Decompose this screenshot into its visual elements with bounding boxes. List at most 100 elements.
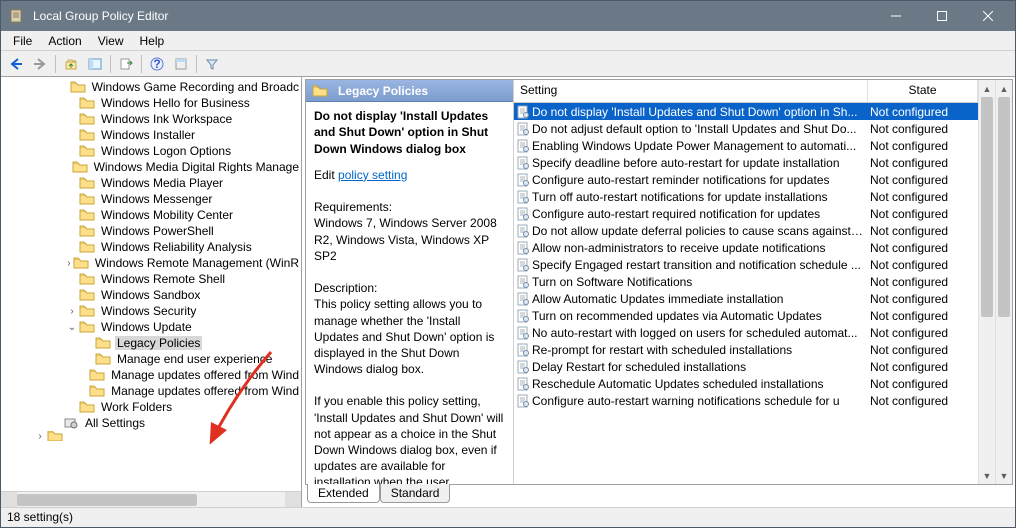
menubar: File Action View Help [1,31,1015,51]
filter-button[interactable] [201,53,223,75]
edit-policy-link[interactable]: policy setting [338,168,407,182]
export-button[interactable] [115,53,137,75]
tree-item[interactable]: Manage updates offered from Wind [1,383,301,399]
detail-vertical-scrollbar[interactable]: ▲ ▼ [978,80,995,484]
tree-item[interactable]: All Settings [1,415,301,431]
setting-state: Not configured [868,156,978,170]
tree-item[interactable]: Windows Remote Shell [1,271,301,287]
tree-item[interactable]: Windows Hello for Business [1,95,301,111]
tree-item[interactable]: Windows PowerShell [1,223,301,239]
setting-state: Not configured [868,377,978,391]
tree-item[interactable]: › [1,431,301,441]
list-row[interactable]: Turn on recommended updates via Automati… [514,307,978,324]
list-row[interactable]: Allow Automatic Updates immediate instal… [514,290,978,307]
list-row[interactable]: Turn off auto-restart notifications for … [514,188,978,205]
chevron-right-icon[interactable]: › [33,431,47,441]
tree-item[interactable]: Windows Media Player [1,175,301,191]
list-row[interactable]: No auto-restart with logged on users for… [514,324,978,341]
list-row[interactable]: Specify deadline before auto-restart for… [514,154,978,171]
help-button[interactable]: ? [146,53,168,75]
setting-name: Do not allow update deferral policies to… [532,224,868,238]
tree-item[interactable]: Windows Installer [1,127,301,143]
chevron-right-icon[interactable]: › [65,258,73,269]
scroll-down-icon[interactable]: ▼ [996,467,1012,484]
tree-item-label: All Settings [83,416,147,430]
list-row[interactable]: Configure auto-restart required notifica… [514,205,978,222]
tree-item[interactable]: Windows Messenger [1,191,301,207]
scroll-up-icon[interactable]: ▲ [979,80,995,97]
titlebar[interactable]: Local Group Policy Editor [1,1,1015,31]
column-setting[interactable]: Setting [514,80,868,102]
menu-help[interactable]: Help [132,32,173,50]
list-row[interactable]: Do not display 'Install Updates and Shut… [514,103,978,120]
up-button[interactable] [60,53,82,75]
tree-item[interactable]: Windows Game Recording and Broadc [1,79,301,95]
maximize-button[interactable] [919,1,965,31]
list-row[interactable]: Do not adjust default option to 'Install… [514,120,978,137]
folder-icon [79,320,95,334]
requirements-label: Requirements: [314,199,505,215]
list-vertical-scrollbar[interactable]: ▲ ▼ [995,80,1012,484]
folder-icon [89,368,105,382]
scroll-down-icon[interactable]: ▼ [979,467,995,484]
folder-icon [79,240,95,254]
list-row[interactable]: Delay Restart for scheduled installation… [514,358,978,375]
list-row[interactable]: Do not allow update deferral policies to… [514,222,978,239]
list-row[interactable]: Allow non-administrators to receive upda… [514,239,978,256]
list-row[interactable]: Configure auto-restart warning notificat… [514,392,978,409]
list-row[interactable]: Turn on Software NotificationsNot config… [514,273,978,290]
properties-button[interactable] [170,53,192,75]
tab-standard[interactable]: Standard [380,484,451,503]
chevron-down-icon[interactable]: ⌄ [65,322,79,333]
tree-item-label: Windows Ink Workspace [99,112,234,126]
tree-item[interactable]: ›Windows Remote Management (WinR [1,255,301,271]
tree-item[interactable]: Windows Media Digital Rights Manage [1,159,301,175]
tree-item-label: Manage updates offered from Wind [109,368,301,382]
chevron-right-icon[interactable]: › [65,306,79,317]
forward-button[interactable] [29,53,51,75]
list-row[interactable]: Re-prompt for restart with scheduled ins… [514,341,978,358]
tree-item[interactable]: Manage updates offered from Wind [1,367,301,383]
tree-item-label: Windows Media Digital Rights Manage [92,160,301,174]
folder-icon [47,431,63,441]
menu-action[interactable]: Action [40,32,89,50]
tree-item[interactable]: Legacy Policies [1,335,301,351]
folder-icon [95,352,111,366]
list-row[interactable]: Configure auto-restart reminder notifica… [514,171,978,188]
column-state[interactable]: State [868,80,978,102]
tree-item[interactable]: Windows Ink Workspace [1,111,301,127]
tree-item[interactable]: Windows Reliability Analysis [1,239,301,255]
policy-icon [514,292,532,306]
folder-icon [79,304,95,318]
minimize-button[interactable] [873,1,919,31]
menu-view[interactable]: View [90,32,132,50]
tree-item[interactable]: Manage end user experience [1,351,301,367]
tree-item-label: Windows Update [99,320,194,334]
tree-item-label: Windows Sandbox [99,288,202,302]
tree-horizontal-scrollbar[interactable] [1,491,301,507]
list-row[interactable]: Specify Engaged restart transition and n… [514,256,978,273]
gpedit-window: Local Group Policy Editor File Action Vi… [0,0,1016,528]
list-row[interactable]: Reschedule Automatic Updates scheduled i… [514,375,978,392]
tree-item[interactable]: Windows Sandbox [1,287,301,303]
back-button[interactable] [5,53,27,75]
tree-item[interactable]: Work Folders [1,399,301,415]
list-row[interactable]: Enabling Windows Update Power Management… [514,137,978,154]
tree-item[interactable]: Windows Logon Options [1,143,301,159]
tree-view[interactable]: Windows Game Recording and BroadcWindows… [1,77,301,491]
setting-name: Configure auto-restart warning notificat… [532,394,868,408]
setting-state: Not configured [868,275,978,289]
status-bar: 18 setting(s) [1,507,1015,527]
description-label: Description: [314,280,505,296]
tree-item[interactable]: ⌄ Windows Update [1,319,301,335]
scroll-up-icon[interactable]: ▲ [996,80,1012,97]
menu-file[interactable]: File [5,32,40,50]
tree-item[interactable]: Windows Mobility Center [1,207,301,223]
tree-item[interactable]: ›Windows Security [1,303,301,319]
policy-icon [514,241,532,255]
show-hide-tree-button[interactable] [84,53,106,75]
tab-extended[interactable]: Extended [307,484,380,503]
setting-state: Not configured [868,343,978,357]
close-button[interactable] [965,1,1011,31]
list-rows[interactable]: Do not display 'Install Updates and Shut… [514,103,978,484]
